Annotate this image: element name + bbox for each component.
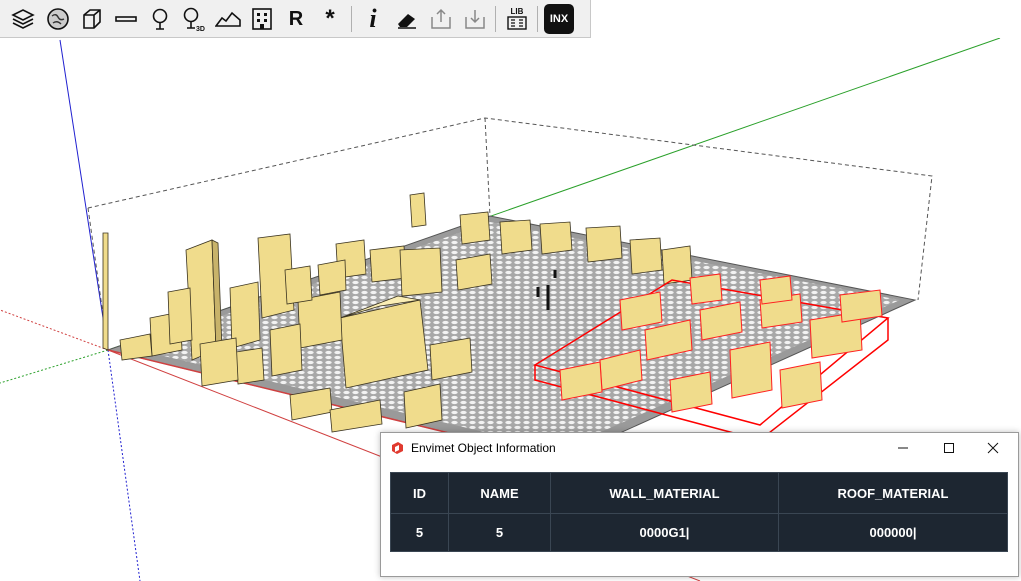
eraser-icon[interactable] (392, 4, 422, 34)
column-header-roof-material: ROOF_MATERIAL (778, 472, 1008, 514)
table-header-row: ID NAME WALL_MATERIAL ROOF_MATERIAL (390, 472, 1008, 514)
maximize-icon[interactable] (926, 433, 972, 463)
tree-3d-icon[interactable]: 3D (179, 4, 209, 34)
column-header-wall-material: WALL_MATERIAL (550, 472, 779, 514)
blue-axis (59, 39, 109, 351)
tree-icon[interactable] (145, 4, 175, 34)
green-axis-negative (0, 349, 109, 384)
inx-icon[interactable]: INX (544, 4, 574, 34)
minimize-icon[interactable] (880, 433, 926, 463)
envimet-toolbar: 3D R * i LIB INX (0, 0, 591, 38)
blue-axis-negative (107, 349, 141, 581)
library-label: LIB (510, 7, 524, 16)
building-icon[interactable] (247, 4, 277, 34)
cell-wall-material: 0000G1| (550, 513, 779, 552)
cell-name: 5 (448, 513, 551, 552)
library-icon[interactable]: LIB (502, 4, 532, 34)
import-icon[interactable] (460, 4, 490, 34)
globe-icon[interactable] (43, 4, 73, 34)
column-header-name: NAME (448, 472, 551, 514)
sketchup-icon (390, 441, 404, 455)
object-info-dialog: Envimet Object Information ID NAME WALL_… (380, 432, 1019, 577)
red-axis-negative (0, 309, 109, 351)
cell-id: 5 (390, 513, 449, 552)
object-info-table: ID NAME WALL_MATERIAL ROOF_MATERIAL 5 5 … (390, 472, 1008, 552)
dialog-title-bar[interactable]: Envimet Object Information (381, 433, 1018, 463)
dialog-title: Envimet Object Information (411, 441, 556, 455)
close-icon[interactable] (970, 433, 1016, 463)
table-row: 5 5 0000G1| 000000| (390, 513, 1008, 552)
asterisk-icon[interactable]: * (315, 4, 345, 34)
column-header-id: ID (390, 472, 449, 514)
receptor-r-icon[interactable]: R (281, 4, 311, 34)
line-icon[interactable] (111, 4, 141, 34)
toolbar-separator (495, 6, 496, 32)
info-icon[interactable]: i (358, 4, 388, 34)
svg-text:3D: 3D (196, 26, 205, 32)
inx-label: INX (544, 4, 574, 34)
toolbar-separator (537, 6, 538, 32)
export-icon[interactable] (426, 4, 456, 34)
cell-roof-material: 000000| (778, 513, 1008, 552)
cube-icon[interactable] (77, 4, 107, 34)
toolbar-separator (351, 6, 352, 32)
layers-icon[interactable] (8, 4, 38, 34)
terrain-icon[interactable] (213, 4, 243, 34)
